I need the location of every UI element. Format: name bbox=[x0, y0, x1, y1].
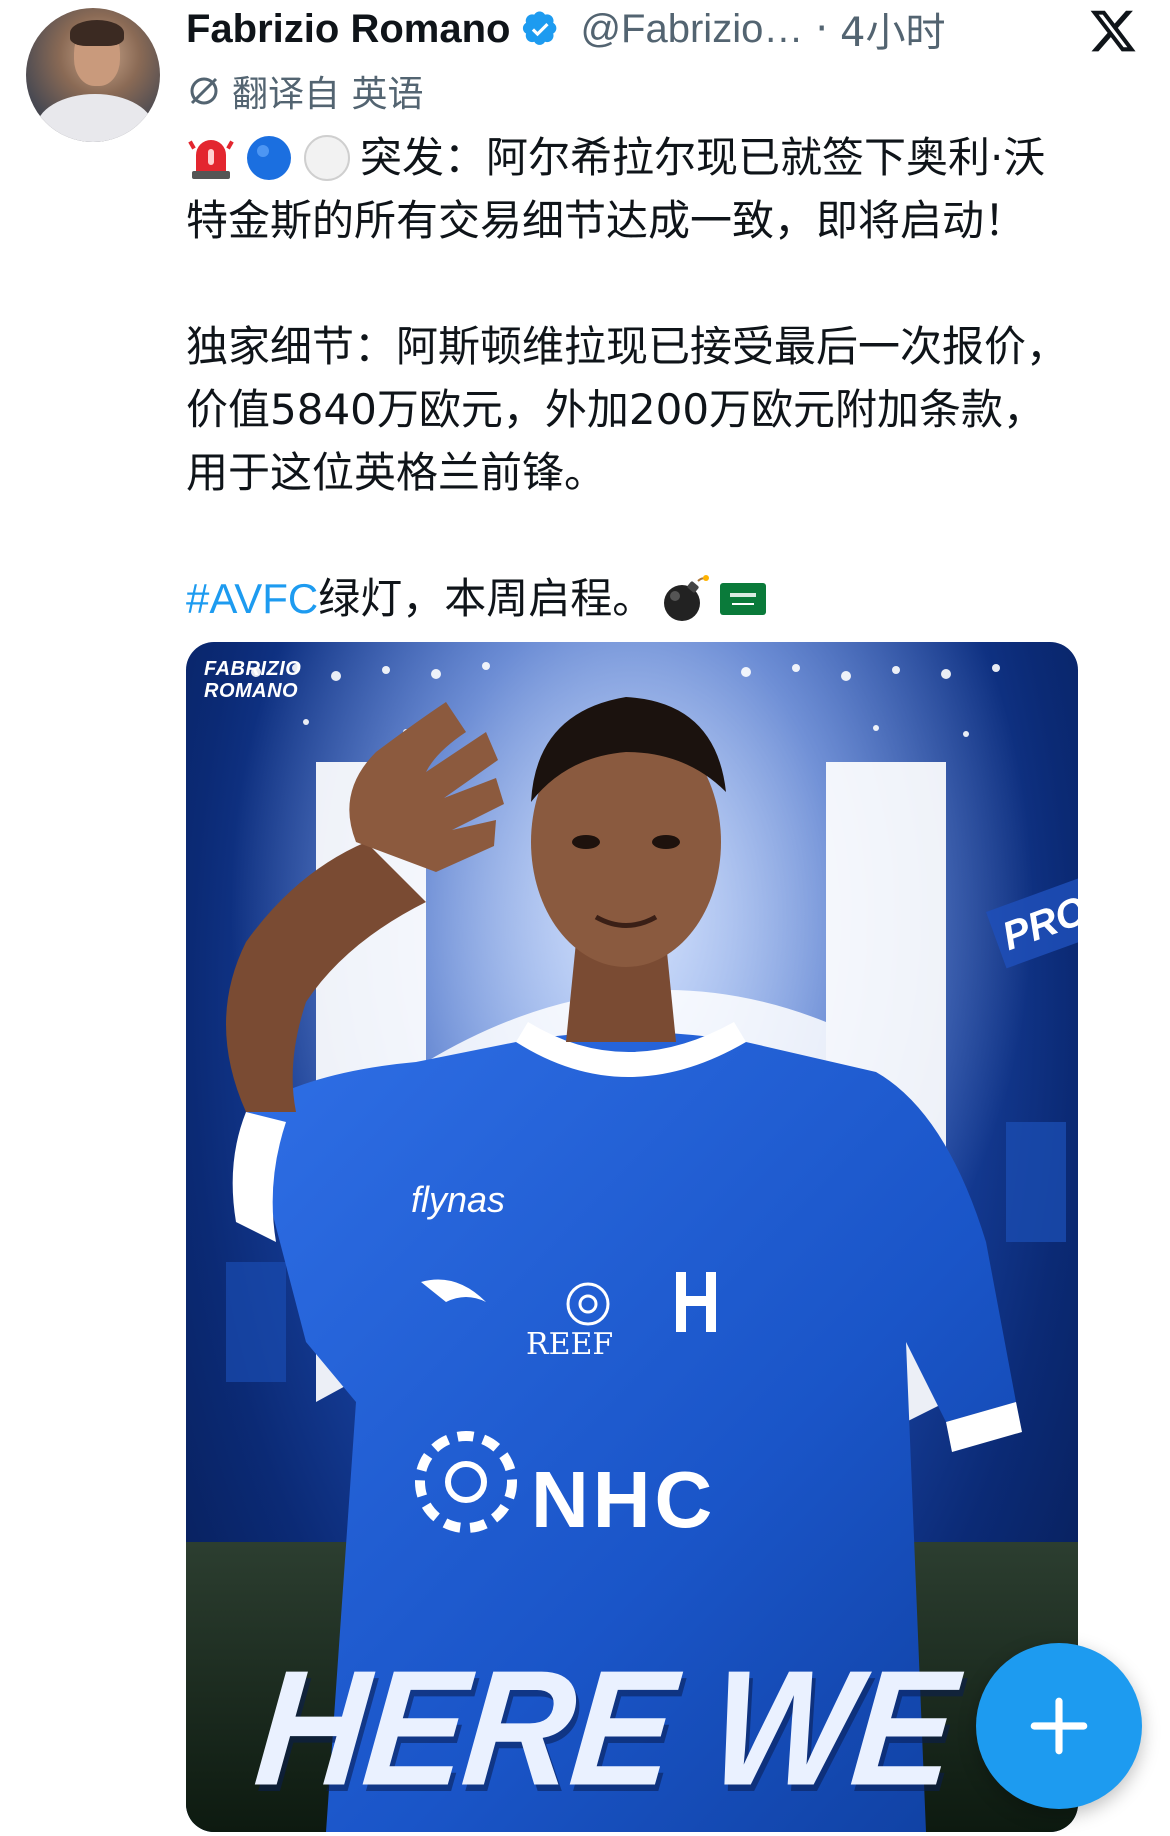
tweet-line-5: 用于这位英格兰前锋。 bbox=[186, 441, 1126, 504]
rotating-light-emoji bbox=[188, 139, 234, 179]
watermark-line: FABRIZIO bbox=[204, 658, 302, 680]
tweet-body: 突发：阿尔希拉尔现已就签下奥利·沃 特金斯的所有交易细节达成一致，即将启动！ 独… bbox=[186, 126, 1126, 630]
hashtag-link[interactable]: #AVFC bbox=[186, 567, 318, 630]
author-handle[interactable]: @Fabrizio… bbox=[580, 7, 803, 52]
verified-badge-icon bbox=[523, 11, 557, 45]
tweet-text-line: 绿灯，本周启程。 bbox=[318, 574, 655, 623]
media-watermark: FABRIZIO ROMANO bbox=[204, 658, 301, 702]
tweet-media-image[interactable]: PROU flynas REEF NHC FABRIZIO ROMANO HER… bbox=[186, 642, 1078, 1832]
translation-label: 翻译自 英语 bbox=[232, 74, 424, 115]
tweet-line-1: 突发：阿尔希拉尔现已就签下奥利·沃 bbox=[186, 126, 1126, 189]
tweet-text-line: 特金斯的所有交易细节达成一致，即将启动！ bbox=[186, 196, 1027, 245]
tweet-timestamp[interactable]: 4小时 bbox=[840, 0, 945, 58]
sponsor-reef: REEF bbox=[526, 1327, 613, 1362]
avatar-hair bbox=[70, 20, 124, 46]
author-avatar[interactable] bbox=[26, 8, 160, 142]
x-logo-icon[interactable] bbox=[1088, 6, 1138, 56]
translate-icon bbox=[190, 77, 218, 105]
tweet-header: Fabrizio Romano @Fabrizio… · 4小时 bbox=[186, 0, 1086, 58]
tweet-line-3: 独家细节：阿斯顿维拉现已接受最后一次报价， bbox=[186, 315, 1126, 378]
white-circle-emoji bbox=[304, 134, 350, 181]
header-separator: · bbox=[815, 6, 829, 52]
plus-icon bbox=[1030, 1697, 1088, 1755]
tweet-text-line: 用于这位英格兰前锋。 bbox=[186, 448, 607, 497]
saudi-flag-emoji bbox=[720, 582, 767, 615]
media-slogan: HERE WE GO bbox=[248, 1636, 1078, 1821]
tweet-text-line: 突发：阿尔希拉尔现已就签下奥利·沃 bbox=[360, 133, 1046, 182]
avatar-shoulder bbox=[36, 94, 154, 142]
tweet-text-line: 价值5840万欧元，外加200万欧元附加条款， bbox=[186, 385, 1046, 434]
translation-note[interactable]: 翻译自 英语 bbox=[186, 66, 423, 116]
sponsor-flynas: flynas bbox=[411, 1179, 505, 1220]
tweet-line-4: 价值5840万欧元，外加200万欧元附加条款， bbox=[186, 378, 1126, 441]
tweet-line-6: #AVFC 绿灯，本周启程。 bbox=[186, 567, 1126, 630]
blue-circle-emoji bbox=[247, 135, 291, 180]
author-name[interactable]: Fabrizio Romano bbox=[186, 7, 510, 52]
tweet-line-2: 特金斯的所有交易细节达成一致，即将启动！ bbox=[186, 189, 1126, 252]
sponsor-nhc: NHC bbox=[531, 1455, 716, 1544]
bomb-emoji bbox=[664, 574, 710, 621]
tweet-text-line: 独家细节：阿斯顿维拉现已接受最后一次报价， bbox=[186, 322, 1069, 371]
watermark-line: ROMANO bbox=[204, 680, 299, 702]
compose-button[interactable] bbox=[976, 1643, 1142, 1809]
